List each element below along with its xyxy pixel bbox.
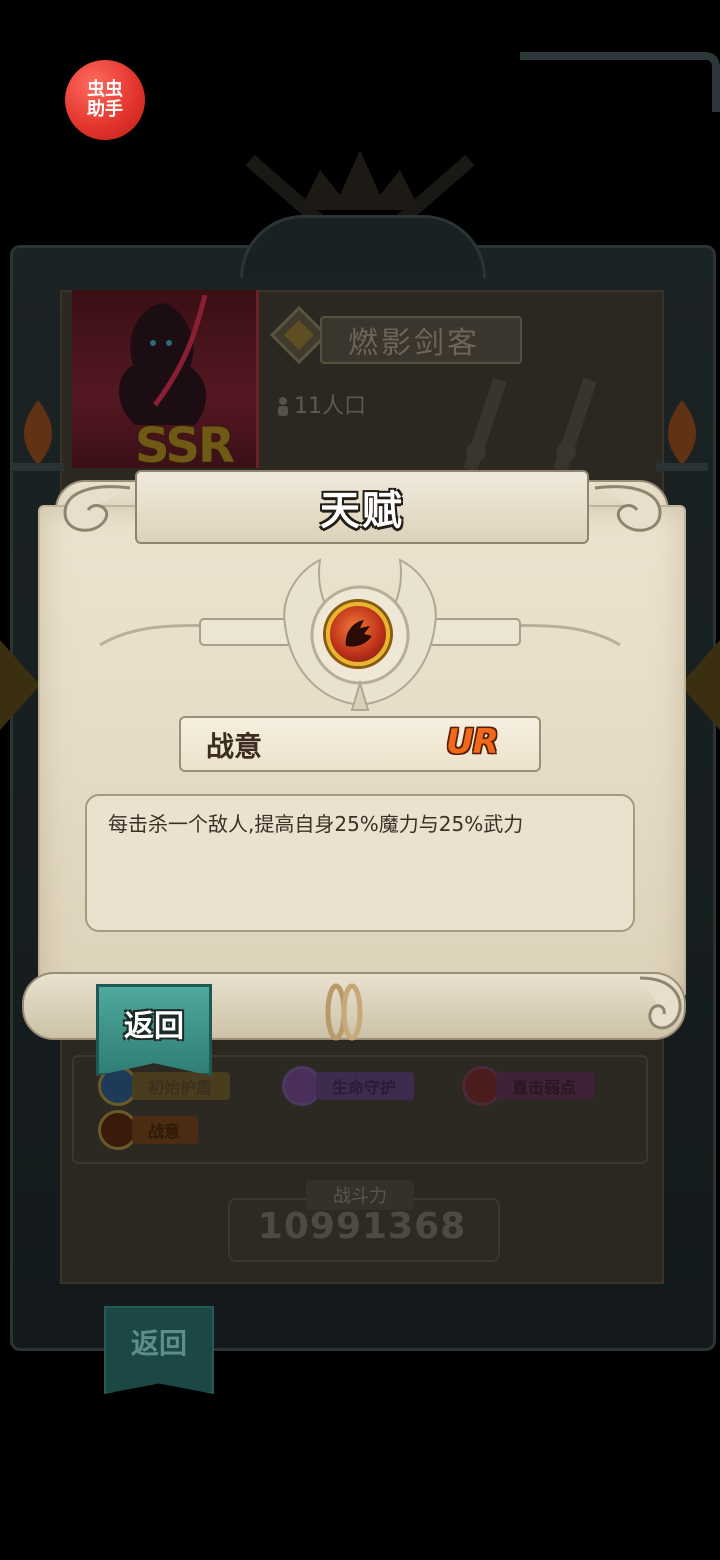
talent-dialog: 天赋 战意 UR 每击杀一个敌人,提高自身25%魔力与25%武力 返回 <box>0 0 720 1560</box>
skill-description: 每击杀一个敌人,提高自身25%魔力与25%武力 <box>108 812 524 836</box>
scroll-end-curl <box>639 976 682 1030</box>
scroll-curl-right <box>594 485 662 532</box>
beast-head-icon <box>345 620 372 647</box>
skill-name: 战意 <box>206 730 263 763</box>
dialog-title: 天赋 <box>320 488 404 534</box>
dialog-title-banner: 天赋 <box>135 470 589 544</box>
scroll-curl-left <box>63 485 131 532</box>
scroll-tie-icon <box>325 983 363 1041</box>
skill-rarity: UR <box>446 722 499 762</box>
dialog-back-button[interactable]: 返回 <box>96 984 212 1076</box>
battle-will-orb-icon <box>326 602 390 666</box>
